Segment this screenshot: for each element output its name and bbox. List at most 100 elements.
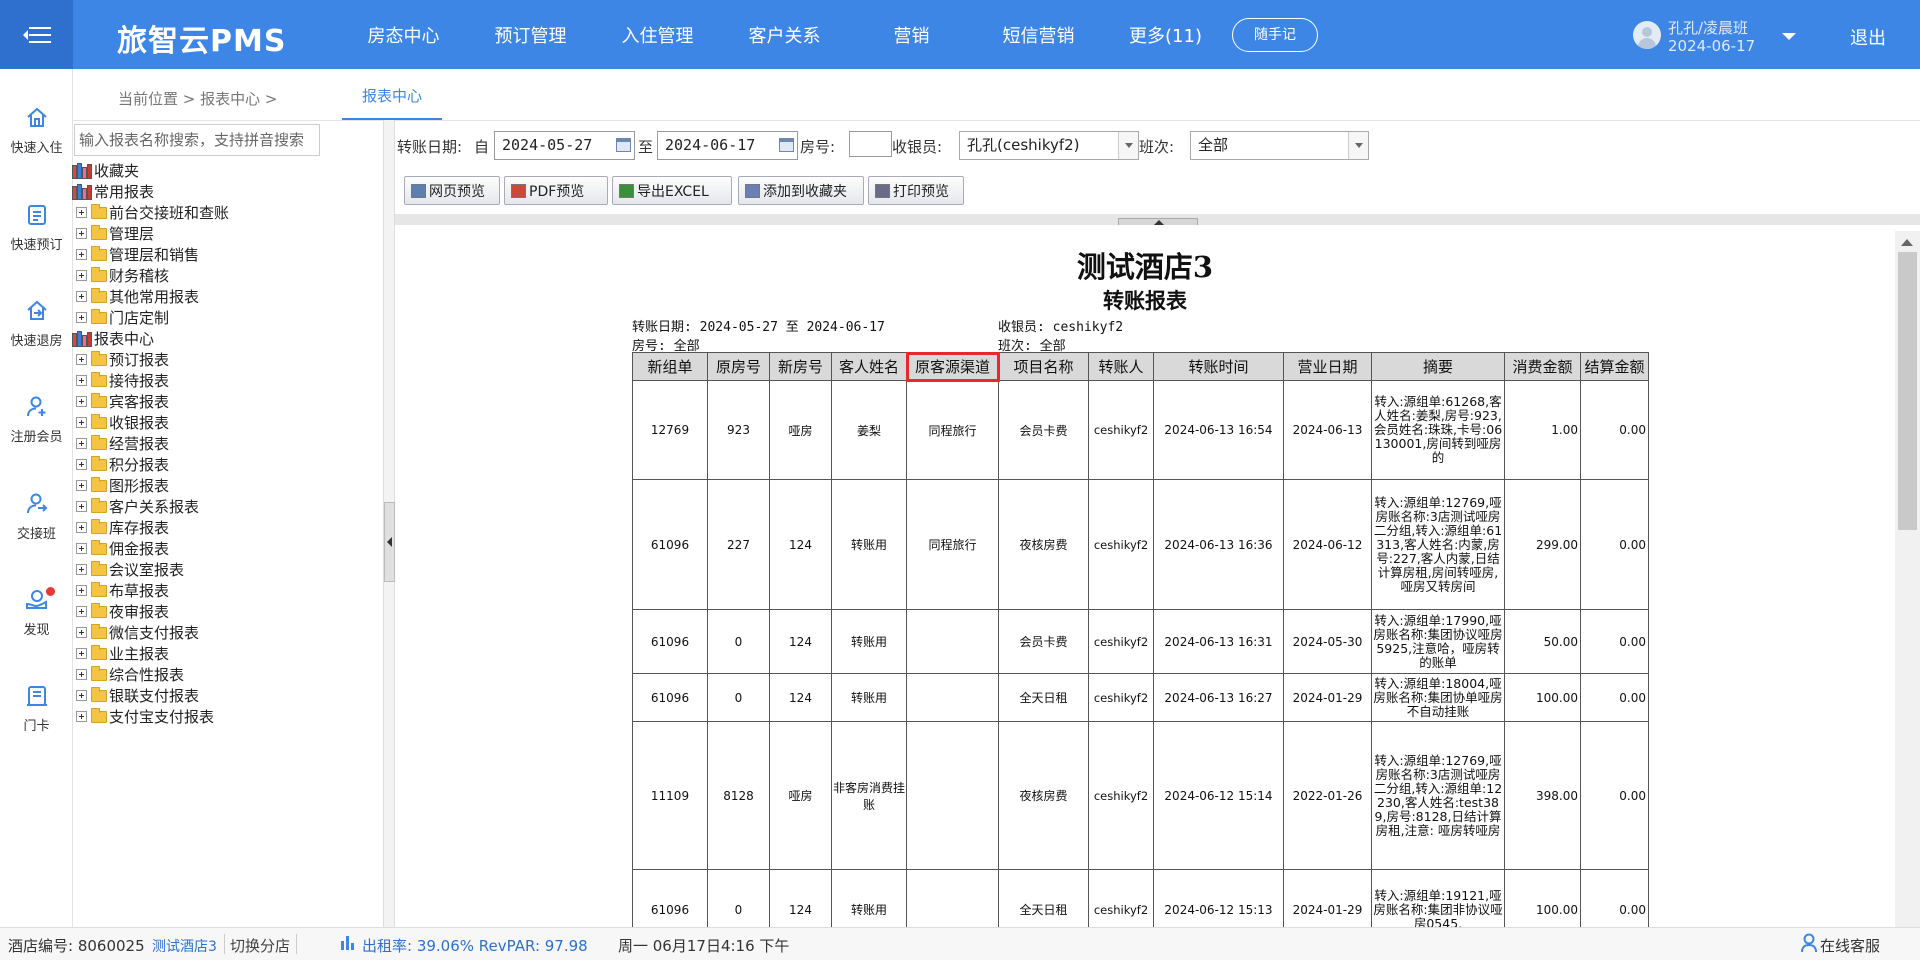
tree-item[interactable]: 综合性报表 <box>76 664 184 685</box>
user-name[interactable]: 孔孔/凌晨班 <box>1668 17 1748 38</box>
expand-icon[interactable] <box>76 375 87 386</box>
nav-item-6[interactable]: 更多(11) <box>1102 22 1229 48</box>
rail-item-2[interactable]: 快速退房 <box>0 298 73 349</box>
expand-icon[interactable] <box>76 270 87 281</box>
chevron-down-icon[interactable] <box>1782 33 1796 40</box>
expand-icon[interactable] <box>76 648 87 659</box>
rail-item-3[interactable]: 注册会员 <box>0 394 73 445</box>
quick-action-rail: 快速入住快速预订快速退房注册会员交接班发现门卡 <box>0 69 73 927</box>
tree-item[interactable]: 管理层 <box>76 223 154 244</box>
nav-item-1[interactable]: 预订管理 <box>467 22 594 48</box>
tree-item[interactable]: 收藏夹 <box>72 160 139 181</box>
tree-item[interactable]: 业主报表 <box>76 643 169 664</box>
tree-item[interactable]: 客户关系报表 <box>76 496 199 517</box>
expand-icon[interactable] <box>76 354 87 365</box>
column-header: 新组单 <box>632 352 708 381</box>
tree-item[interactable]: 宾客报表 <box>76 391 169 412</box>
tree-item[interactable]: 积分报表 <box>76 454 169 475</box>
switch-hotel-button[interactable]: 切换分店 <box>230 935 290 956</box>
tree-item[interactable]: 夜审报表 <box>76 601 169 622</box>
toolbar-button-3[interactable]: 添加到收藏夹 <box>738 176 864 205</box>
collapse-panel-handle[interactable] <box>384 502 395 582</box>
tree-item[interactable]: 图形报表 <box>76 475 169 496</box>
room-input[interactable] <box>849 131 892 157</box>
tree-item[interactable]: 财务稽核 <box>76 265 169 286</box>
tab-report-center[interactable]: 报表中心 <box>342 72 442 120</box>
tree-item[interactable]: 微信支付报表 <box>76 622 199 643</box>
tree-item[interactable]: 会议室报表 <box>76 559 184 580</box>
tree-item[interactable]: 支付宝支付报表 <box>76 706 214 727</box>
expand-icon[interactable] <box>76 312 87 323</box>
scroll-up-icon[interactable] <box>1901 239 1913 246</box>
expand-icon[interactable] <box>76 249 87 260</box>
expand-icon[interactable] <box>76 396 87 407</box>
tree-item[interactable]: 收银报表 <box>76 412 169 433</box>
expand-icon[interactable] <box>76 690 87 701</box>
nav-item-2[interactable]: 入住管理 <box>594 22 721 48</box>
rail-item-4[interactable]: 交接班 <box>0 491 73 542</box>
chevron-down-icon[interactable] <box>1118 132 1138 159</box>
tree-item[interactable]: 预订报表 <box>76 349 169 370</box>
tree-item[interactable]: 佣金报表 <box>76 538 169 559</box>
tree-item[interactable]: 常用报表 <box>72 181 154 202</box>
nav-item-4[interactable]: 营销 <box>848 22 975 48</box>
expand-icon[interactable] <box>76 438 87 449</box>
shift-select[interactable]: 全部 <box>1190 131 1369 160</box>
logout-button[interactable]: 退出 <box>1850 24 1886 50</box>
tree-item[interactable]: 接待报表 <box>76 370 169 391</box>
online-support-link[interactable]: 在线客服 <box>1820 935 1880 956</box>
tree-item[interactable]: 布草报表 <box>76 580 169 601</box>
rail-item-5[interactable]: 发现 <box>0 587 73 638</box>
tree-item[interactable]: 管理层和销售 <box>76 244 199 265</box>
tree-item[interactable]: 其他常用报表 <box>76 286 199 307</box>
toolbar-button-0[interactable]: 网页预览 <box>404 176 500 205</box>
headset-icon[interactable] <box>1800 933 1818 957</box>
expand-icon[interactable] <box>76 291 87 302</box>
folder-icon <box>91 665 107 681</box>
rail-item-1[interactable]: 快速预订 <box>0 202 73 253</box>
nav-item-3[interactable]: 客户关系 <box>721 22 848 48</box>
expand-icon[interactable] <box>76 522 87 533</box>
expand-icon[interactable] <box>76 459 87 470</box>
calendar-icon[interactable] <box>779 138 794 152</box>
expand-icon[interactable] <box>76 228 87 239</box>
expand-icon[interactable] <box>76 501 87 512</box>
date-from-value: 2024-05-27 <box>502 136 593 154</box>
date-from-input[interactable]: 2024-05-27 <box>494 131 635 160</box>
cashier-select[interactable]: 孔孔(ceshikyf2) <box>959 131 1139 160</box>
expand-icon[interactable] <box>76 711 87 722</box>
tree-item[interactable]: 前台交接班和查账 <box>76 202 229 223</box>
calendar-icon[interactable] <box>616 138 631 152</box>
date-to-input[interactable]: 2024-06-17 <box>657 131 798 160</box>
expand-icon[interactable] <box>76 480 87 491</box>
hotel-name-link[interactable]: 测试酒店3 <box>152 936 217 956</box>
nav-item-0[interactable]: 房态中心 <box>340 22 467 48</box>
brand-logo: 旅智云PMS <box>117 24 287 59</box>
toolbar-button-2[interactable]: 导出EXCEL <box>612 176 732 205</box>
tree-item[interactable]: 库存报表 <box>76 517 169 538</box>
expand-icon[interactable] <box>76 606 87 617</box>
toolbar-button-1[interactable]: PDF预览 <box>504 176 608 205</box>
rail-item-6[interactable]: 门卡 <box>0 683 73 734</box>
expand-icon[interactable] <box>76 564 87 575</box>
rail-item-0[interactable]: 快速入住 <box>0 105 73 156</box>
expand-icon[interactable] <box>76 417 87 428</box>
expand-icon[interactable] <box>76 543 87 554</box>
report-search-input[interactable] <box>74 124 320 156</box>
nav-item-5[interactable]: 短信营销 <box>975 22 1102 48</box>
expand-icon[interactable] <box>76 627 87 638</box>
expand-icon[interactable] <box>76 585 87 596</box>
scroll-thumb[interactable] <box>1898 252 1917 530</box>
tree-item[interactable]: 经营报表 <box>76 433 169 454</box>
avatar[interactable] <box>1633 21 1661 49</box>
tree-item[interactable]: 门店定制 <box>76 307 169 328</box>
notes-button[interactable]: 随手记 <box>1232 18 1318 52</box>
tree-item[interactable]: 银联支付报表 <box>76 685 199 706</box>
tree-item[interactable]: 报表中心 <box>72 328 154 349</box>
chevron-down-icon[interactable] <box>1348 132 1368 159</box>
table-cell: ceshikyf2 <box>1088 380 1154 480</box>
expand-icon[interactable] <box>76 207 87 218</box>
toolbar-button-4[interactable]: 打印预览 <box>868 176 964 205</box>
menu-toggle-button[interactable] <box>0 0 73 69</box>
expand-icon[interactable] <box>76 669 87 680</box>
